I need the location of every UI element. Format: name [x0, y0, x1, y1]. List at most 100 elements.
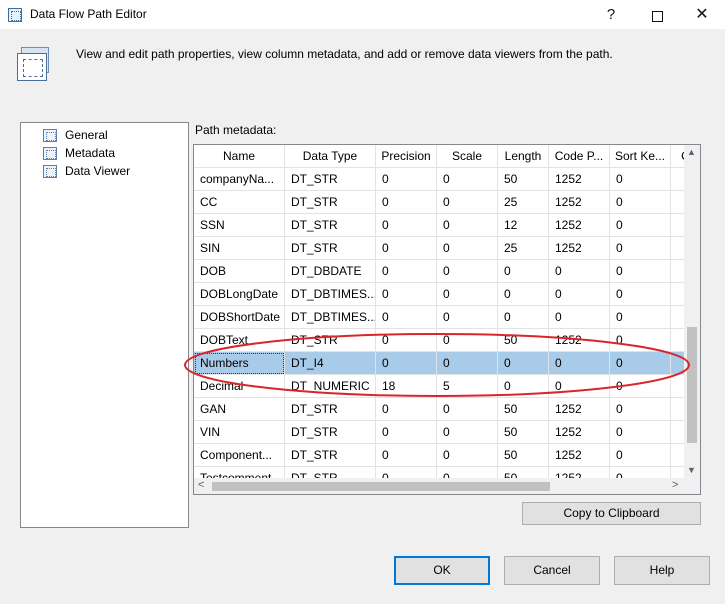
horizontal-scroll-thumb[interactable]	[212, 482, 550, 491]
table-cell: 0	[610, 214, 671, 237]
help-window-button[interactable]: ?	[588, 0, 634, 30]
tree-item-label: Data Viewer	[65, 164, 131, 178]
table-cell: 50	[498, 421, 549, 444]
scroll-down-icon[interactable]: ▼	[687, 465, 696, 475]
table-cell: 0	[376, 352, 437, 375]
table-cell: 0	[376, 191, 437, 214]
column-header[interactable]: Sort Ke...	[610, 145, 671, 168]
path-editor-icon	[17, 47, 51, 83]
table-cell: DT_STR	[285, 168, 376, 191]
table-cell: 0	[376, 421, 437, 444]
table-cell: 0	[437, 214, 498, 237]
table-cell: GAN	[194, 398, 285, 421]
copy-to-clipboard-button[interactable]: Copy to Clipboard	[522, 502, 701, 525]
page-icon	[43, 147, 57, 160]
vertical-scroll-thumb[interactable]	[687, 327, 697, 443]
cancel-button[interactable]: Cancel	[504, 556, 600, 585]
horizontal-scrollbar[interactable]: < >	[194, 478, 684, 494]
table-cell: DT_STR	[285, 398, 376, 421]
table-cell: 0	[610, 237, 671, 260]
table-cell: DT_NUMERIC	[285, 375, 376, 398]
table-cell: 0	[498, 260, 549, 283]
table-cell: SSN	[194, 214, 285, 237]
table-cell: DT_DBTIMES...	[285, 283, 376, 306]
column-header[interactable]: Scale	[437, 145, 498, 168]
scroll-left-icon[interactable]: <	[198, 479, 204, 491]
table-cell: 0	[437, 444, 498, 467]
vertical-scrollbar[interactable]: ▲ ▼	[684, 145, 700, 478]
table-cell: SIN	[194, 237, 285, 260]
table-cell: companyNa...	[194, 168, 285, 191]
table-cell: 1252	[549, 168, 610, 191]
column-header[interactable]: Name	[194, 145, 285, 168]
help-button[interactable]: Help	[614, 556, 710, 585]
table-cell: 1252	[549, 329, 610, 352]
table-cell: 1252	[549, 191, 610, 214]
table-cell: 1252	[549, 421, 610, 444]
table-cell: 0	[376, 168, 437, 191]
window-title: Data Flow Path Editor	[30, 7, 147, 21]
table-cell: 0	[610, 260, 671, 283]
table-cell: 0	[437, 168, 498, 191]
title-bar: Data Flow Path Editor ? ✕	[0, 0, 725, 30]
table-cell: DOBText	[194, 329, 285, 352]
table-cell: DOB	[194, 260, 285, 283]
column-header[interactable]: Precision	[376, 145, 437, 168]
table-cell: 0	[610, 352, 671, 375]
table-cell: DOBShortDate	[194, 306, 285, 329]
table-cell: 0	[498, 375, 549, 398]
table-cell: DT_STR	[285, 421, 376, 444]
close-button[interactable]: ✕	[679, 0, 725, 30]
table-cell: 0	[610, 283, 671, 306]
table-cell: 0	[610, 421, 671, 444]
table-cell: 50	[498, 444, 549, 467]
table-cell: 0	[549, 260, 610, 283]
table-cell: 0	[437, 421, 498, 444]
table-cell: 0	[549, 352, 610, 375]
table-cell: 50	[498, 329, 549, 352]
tree-item-label: Metadata	[65, 144, 116, 162]
table-cell: 0	[498, 352, 549, 375]
table-cell: 25	[498, 191, 549, 214]
scroll-right-icon[interactable]: >	[672, 479, 678, 491]
column-header[interactable]: Data Type	[285, 145, 376, 168]
column-header[interactable]: Length	[498, 145, 549, 168]
table-cell: 5	[437, 375, 498, 398]
maximize-button[interactable]	[634, 0, 680, 30]
table-cell: DT_STR	[285, 191, 376, 214]
table-cell: 0	[498, 283, 549, 306]
table-cell: 0	[437, 306, 498, 329]
page-tree[interactable]: General Metadata Data Viewer	[20, 122, 189, 528]
table-cell: 0	[376, 260, 437, 283]
ok-button[interactable]: OK	[394, 556, 490, 585]
table-cell: 0	[437, 352, 498, 375]
table-cell: 0	[437, 191, 498, 214]
column-header[interactable]: Code P...	[549, 145, 610, 168]
table-cell: 0	[376, 214, 437, 237]
app-icon	[8, 8, 22, 22]
table-cell: DT_I4	[285, 352, 376, 375]
table-cell: DT_STR	[285, 237, 376, 260]
table-cell: Numbers	[194, 352, 285, 375]
table-cell: 0	[610, 444, 671, 467]
path-metadata-grid[interactable]: Name Data Type Precision Scale Length Code P.…	[193, 144, 701, 495]
table-cell: 0	[376, 329, 437, 352]
table-cell: 0	[437, 260, 498, 283]
table-cell: 0	[498, 306, 549, 329]
path-metadata-label: Path metadata:	[195, 123, 277, 137]
table-cell: 0	[549, 283, 610, 306]
table-cell: 0	[437, 283, 498, 306]
scroll-up-icon[interactable]: ▲	[687, 147, 696, 157]
table-cell: 0	[610, 398, 671, 421]
table-cell: DOBLongDate	[194, 283, 285, 306]
table-cell: Decimal	[194, 375, 285, 398]
table-cell: 0	[549, 306, 610, 329]
table-cell: 0	[610, 191, 671, 214]
table-cell: 0	[610, 375, 671, 398]
table-cell: 12	[498, 214, 549, 237]
table-cell: 0	[437, 398, 498, 421]
table-cell: 50	[498, 168, 549, 191]
table-cell: 0	[376, 237, 437, 260]
table-cell: 0	[610, 168, 671, 191]
maximize-icon	[651, 10, 663, 22]
